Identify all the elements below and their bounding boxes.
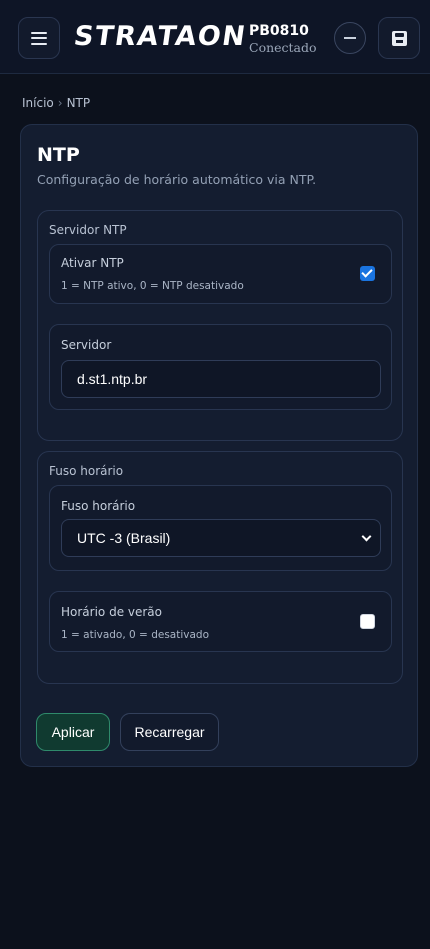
collapse-button[interactable] (334, 22, 366, 54)
dst-hint: 1 = ativado, 0 = desativado (61, 629, 209, 641)
timezone-section: Fuso horário Fuso horário UTC -3 (Brasil… (37, 451, 403, 684)
server-label: Servidor (61, 338, 112, 352)
save-icon (391, 30, 407, 46)
apply-button[interactable]: Aplicar (36, 713, 110, 751)
timezone-label: Fuso horário (61, 499, 136, 513)
device-id: PB0810 (249, 23, 309, 39)
save-button[interactable] (378, 17, 420, 59)
brand-logo: STRATAON (71, 21, 249, 52)
enable-ntp-field: Ativar NTP 1 = NTP ativo, 0 = NTP desati… (49, 244, 392, 304)
section-title: Servidor NTP (49, 223, 127, 237)
ntp-card: NTP Configuração de horário automático v… (20, 124, 418, 767)
section-title: Fuso horário (49, 464, 124, 478)
timezone-field: Fuso horário UTC -3 (Brasil) (49, 485, 392, 571)
dst-checkbox[interactable] (360, 614, 375, 629)
top-bar: STRATAON PB0810 Conectado (0, 0, 430, 74)
breadcrumb-separator: › (57, 96, 63, 110)
minus-icon (344, 37, 356, 39)
reload-button[interactable]: Recarregar (120, 713, 219, 751)
server-input[interactable]: d.st1.ntp.br (61, 360, 381, 398)
breadcrumb: Início › NTP (22, 96, 90, 110)
page-subtitle: Configuração de horário automático via N… (37, 172, 317, 187)
dst-label: Horário de verão (61, 605, 163, 619)
breadcrumb-current: NTP (66, 96, 91, 110)
connection-status: Conectado (249, 40, 317, 55)
enable-ntp-hint: 1 = NTP ativo, 0 = NTP desativado (61, 280, 244, 292)
dst-field: Horário de verão 1 = ativado, 0 = desati… (49, 591, 392, 652)
enable-ntp-label: Ativar NTP (61, 256, 124, 270)
ntp-server-section: Servidor NTP Ativar NTP 1 = NTP ativo, 0… (37, 210, 403, 441)
server-field: Servidor d.st1.ntp.br (49, 324, 392, 410)
menu-icon (31, 31, 47, 45)
timezone-select[interactable]: UTC -3 (Brasil) (61, 519, 381, 557)
chevron-down-icon (361, 531, 372, 542)
menu-button[interactable] (18, 17, 60, 59)
breadcrumb-home[interactable]: Início (22, 96, 54, 110)
timezone-selected-value: UTC -3 (Brasil) (77, 530, 171, 546)
enable-ntp-checkbox[interactable] (360, 266, 375, 281)
page-title: NTP (37, 144, 80, 166)
